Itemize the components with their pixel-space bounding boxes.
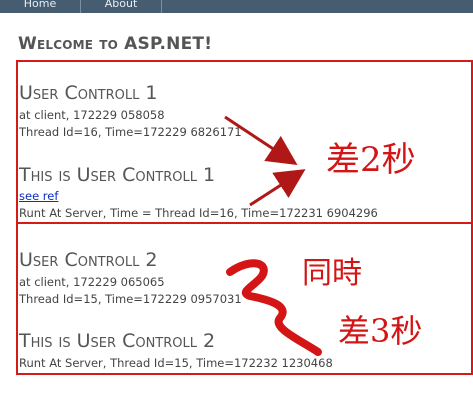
annotation-same-time: 同時 bbox=[302, 256, 362, 291]
arrow-down-icon bbox=[224, 115, 298, 165]
annotation-diff-3-seconds: 差3秒 bbox=[338, 312, 423, 350]
arrow-up-icon bbox=[249, 169, 306, 207]
annotation-diff-2-seconds: 差2秒 bbox=[326, 140, 416, 180]
